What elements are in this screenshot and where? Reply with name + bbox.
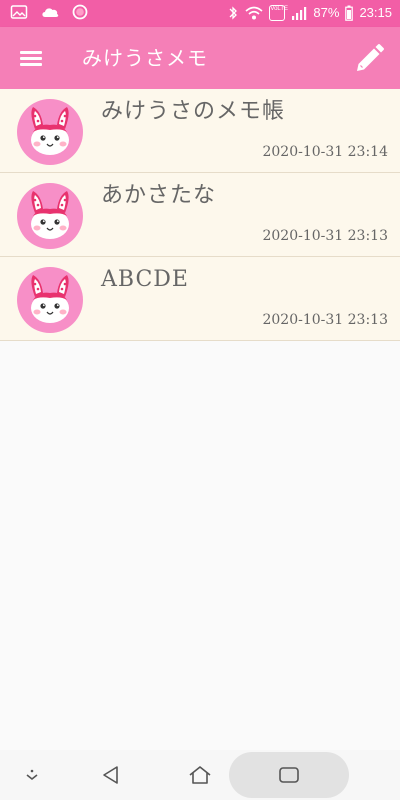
pencil-edit-icon bbox=[357, 44, 384, 71]
status-bar-left bbox=[10, 4, 88, 20]
battery-icon bbox=[345, 5, 354, 21]
bunny-avatar-icon bbox=[17, 267, 83, 333]
record-icon bbox=[72, 4, 88, 20]
bunny-avatar-icon bbox=[17, 183, 83, 249]
memo-date: 2020-10-31 23:13 bbox=[262, 312, 388, 328]
wifi-icon bbox=[245, 6, 263, 20]
battery-percent: 87% bbox=[313, 5, 340, 20]
clock: 23:15 bbox=[359, 5, 392, 20]
cloud-icon bbox=[42, 8, 59, 17]
app-title: みけうさメモ bbox=[82, 46, 208, 70]
recents-button[interactable] bbox=[229, 752, 349, 798]
memo-title: みけうさのメモ帳 bbox=[101, 99, 286, 124]
bluetooth-icon bbox=[229, 6, 238, 20]
hamburger-menu-icon bbox=[20, 51, 42, 66]
image-icon bbox=[10, 5, 28, 19]
hide-keyboard-button[interactable] bbox=[18, 761, 46, 789]
memo-list: みけうさのメモ帳 2020-10-31 23:14 あかさたな 2020-10-… bbox=[0, 89, 400, 341]
menu-button[interactable] bbox=[14, 44, 48, 72]
home-button[interactable] bbox=[186, 761, 214, 789]
status-bar: VoLTE 87% 23:15 bbox=[0, 0, 400, 27]
back-button[interactable] bbox=[97, 761, 125, 789]
back-icon bbox=[103, 766, 118, 784]
memo-title: ABCDE bbox=[101, 267, 189, 292]
hide-keyboard-icon bbox=[26, 769, 38, 781]
new-memo-button[interactable] bbox=[352, 42, 386, 76]
signal-icon bbox=[292, 7, 307, 20]
memo-list-item[interactable]: みけうさのメモ帳 2020-10-31 23:14 bbox=[0, 89, 400, 173]
memo-list-item[interactable]: あかさたな 2020-10-31 23:13 bbox=[0, 173, 400, 257]
volte-icon: VoLTE bbox=[269, 5, 288, 21]
recents-icon bbox=[279, 767, 299, 783]
memo-date: 2020-10-31 23:14 bbox=[262, 144, 388, 160]
bunny-avatar-icon bbox=[17, 99, 83, 165]
memo-date: 2020-10-31 23:13 bbox=[262, 228, 388, 244]
home-icon bbox=[189, 766, 211, 784]
app-bar: みけうさメモ bbox=[0, 27, 400, 89]
memo-title: あかさたな bbox=[101, 183, 217, 208]
status-bar-right: VoLTE 87% 23:15 bbox=[227, 5, 392, 21]
memo-list-item[interactable]: ABCDE 2020-10-31 23:13 bbox=[0, 257, 400, 341]
volte-label: VoLTE bbox=[270, 6, 288, 12]
system-navigation-bar bbox=[0, 750, 400, 800]
